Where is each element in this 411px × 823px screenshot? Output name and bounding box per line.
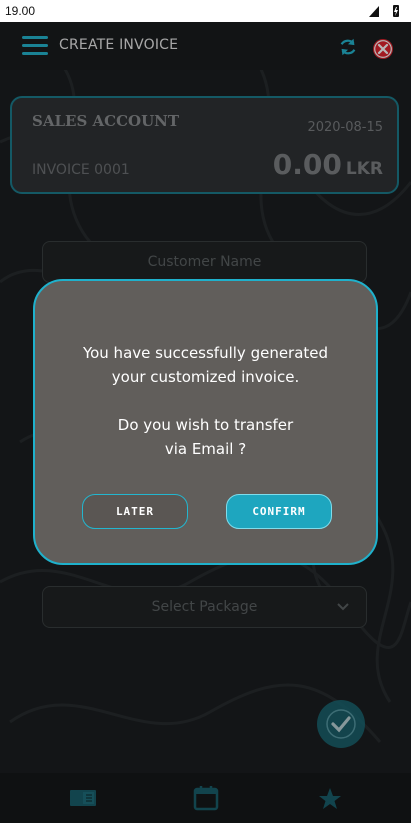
status-time: 19.00 — [5, 4, 36, 18]
dialog-message-line: You have successfully generated — [82, 344, 329, 362]
invoice-success-dialog: You have successfully generated your cus… — [33, 279, 378, 565]
later-button[interactable]: LATER — [82, 494, 188, 529]
dialog-question: Do you wish to transfer via Email ? — [35, 413, 376, 461]
dialog-question-line: Do you wish to transfer — [117, 416, 294, 434]
confirm-button[interactable]: CONFIRM — [226, 494, 332, 529]
status-bar: 19.00 — [0, 0, 411, 22]
dialog-message-line: your customized invoice. — [111, 368, 300, 386]
dialog-question-line: via Email ? — [164, 440, 247, 458]
signal-battery-icon — [369, 5, 399, 17]
dialog-message: You have successfully generated your cus… — [35, 341, 376, 389]
